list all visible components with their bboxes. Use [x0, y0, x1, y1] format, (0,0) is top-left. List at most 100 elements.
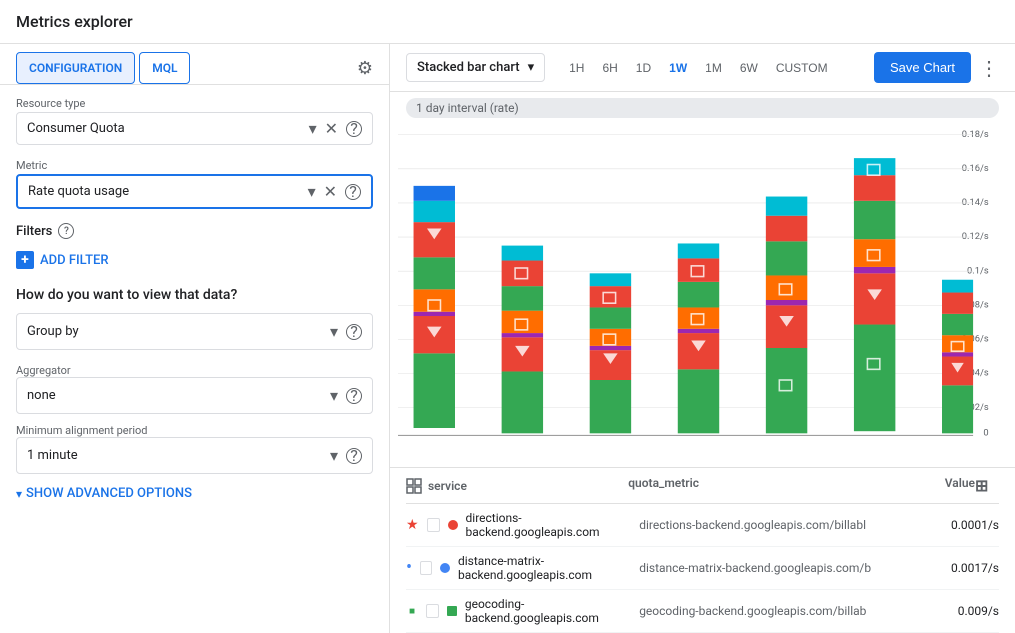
view-section: How do you want to view that data? Group…: [16, 287, 373, 474]
resource-type-clear-icon[interactable]: ✕: [325, 119, 338, 138]
chevron-down-icon: ▾: [16, 487, 22, 501]
filters-help-icon[interactable]: ?: [58, 223, 74, 239]
tab-configuration[interactable]: CONFIGURATION: [16, 52, 135, 84]
time-btn-1d[interactable]: 1D: [628, 55, 659, 81]
left-panel: CONFIGURATION MQL ⚙ Resource type Consum…: [0, 44, 390, 633]
chart-toolbar: Stacked bar chart ▾ 1H 6H 1D 1W 1M 6W CU…: [390, 44, 1015, 92]
row3-dot: [447, 606, 457, 616]
time-btn-1m[interactable]: 1M: [697, 55, 730, 81]
group-by-dropdown-icon[interactable]: ▾: [330, 322, 338, 341]
svg-text:0.16/s: 0.16/s: [962, 163, 989, 174]
interval-badge: 1 day interval (rate): [406, 98, 999, 118]
svg-text:Dec 30: Dec 30: [421, 443, 450, 444]
settings-icon[interactable]: ⚙: [357, 58, 373, 79]
chart-area: 0.18/s 0.16/s 0.14/s 0.12/s 0.1/s 0.08/s…: [390, 124, 1015, 467]
filters-label: Filters: [16, 224, 52, 239]
resource-type-group: Resource type Consumer Quota ▾ ✕ ?: [16, 97, 373, 145]
show-advanced-label: SHOW ADVANCED OPTIONS: [26, 486, 192, 501]
svg-text:Dec 31: Dec 31: [507, 443, 536, 444]
resource-type-value: Consumer Quota: [27, 121, 309, 136]
time-btn-6w[interactable]: 6W: [732, 55, 766, 81]
row2-quota: distance-matrix-backend.googleapis.com/b: [639, 561, 919, 575]
time-btn-6h[interactable]: 6H: [594, 55, 625, 81]
row1-dot: [448, 520, 458, 530]
time-buttons: 1H 6H 1D 1W 1M 6W CUSTOM: [561, 55, 835, 81]
row2-value: 0.0017/s: [919, 561, 999, 575]
row3-value: 0.009/s: [919, 604, 999, 618]
resource-type-field[interactable]: Consumer Quota ▾ ✕ ?: [16, 112, 373, 145]
row3-checkbox[interactable]: [426, 604, 439, 618]
min-align-value: 1 minute: [27, 448, 330, 463]
legend-row: ★ directions-backend.googleapis.com dire…: [406, 504, 999, 547]
save-chart-button[interactable]: Save Chart: [874, 52, 971, 83]
app-header: Metrics explorer: [0, 0, 1015, 44]
app-title: Metrics explorer: [16, 12, 133, 31]
tabs-row: CONFIGURATION MQL ⚙: [0, 44, 389, 85]
min-align-help-icon[interactable]: ?: [346, 448, 362, 464]
group-by-field[interactable]: Group by ▾ ?: [16, 313, 373, 350]
aggregator-group: Aggregator none ▾ ?: [16, 364, 373, 414]
more-options-icon[interactable]: ⋮: [979, 56, 999, 80]
group-by-help-icon[interactable]: ?: [346, 324, 362, 340]
stacked-bar-chart: 0.18/s 0.16/s 0.14/s 0.12/s 0.1/s 0.08/s…: [398, 124, 999, 444]
svg-text:Jan 5: Jan 5: [940, 443, 963, 444]
svg-text:0.12/s: 0.12/s: [962, 231, 989, 242]
row3-quota: geocoding-backend.googleapis.com/billab: [639, 604, 919, 618]
time-btn-custom[interactable]: CUSTOM: [768, 55, 836, 81]
row3-dot-icon: ■: [406, 606, 418, 617]
row1-quota: directions-backend.googleapis.com/billab…: [639, 518, 919, 532]
metric-value: Rate quota usage: [28, 184, 308, 199]
filters-section: Filters ? + ADD FILTER: [16, 223, 373, 273]
aggregator-label: Aggregator: [16, 364, 373, 377]
legend-table: service quota_metric Value ⊞ ★ direction…: [390, 467, 1015, 633]
add-filter-label: ADD FILTER: [40, 253, 109, 268]
time-btn-1h[interactable]: 1H: [561, 55, 592, 81]
metric-dropdown-icon[interactable]: ▾: [308, 182, 316, 201]
metric-field[interactable]: Rate quota usage ▾ ✕ ?: [16, 174, 373, 209]
service-grid-icon[interactable]: [406, 478, 422, 494]
row1-service: directions-backend.googleapis.com: [466, 511, 640, 539]
row2-dot: [440, 563, 450, 573]
min-align-dropdown-icon[interactable]: ▾: [330, 446, 338, 465]
metric-help-icon[interactable]: ?: [345, 184, 361, 200]
plus-icon: +: [16, 251, 34, 269]
aggregator-help-icon[interactable]: ?: [346, 388, 362, 404]
row1-checkbox[interactable]: [427, 518, 440, 532]
right-panel: Stacked bar chart ▾ 1H 6H 1D 1W 1M 6W CU…: [390, 44, 1015, 633]
resource-type-dropdown-icon[interactable]: ▾: [309, 119, 317, 138]
svg-text:0: 0: [983, 427, 988, 438]
legend-header: service quota_metric Value ⊞: [406, 468, 999, 504]
row2-checkbox[interactable]: [420, 561, 432, 575]
aggregator-field[interactable]: none ▾ ?: [16, 377, 373, 414]
tab-mql[interactable]: MQL: [139, 52, 190, 84]
time-btn-1w[interactable]: 1W: [661, 55, 695, 81]
chart-type-chevron: ▾: [528, 60, 535, 75]
svg-text:Jan 3: Jan 3: [763, 443, 786, 444]
group-by-group: Group by ▾ ?: [16, 313, 373, 350]
min-align-field[interactable]: 1 minute ▾ ?: [16, 437, 373, 474]
legend-row: ■ geocoding-backend.googleapis.com geoco…: [406, 590, 999, 633]
view-section-title: How do you want to view that data?: [16, 287, 373, 303]
col-service-label: service: [428, 479, 467, 493]
legend-col-value: Value: [895, 476, 975, 495]
legend-grid-icon[interactable]: ⊞: [975, 476, 988, 495]
svg-text:0.1/s: 0.1/s: [967, 265, 989, 276]
svg-text:2022: 2022: [590, 443, 611, 444]
row2-dot-icon: •: [406, 559, 412, 577]
svg-text:0.18/s: 0.18/s: [962, 129, 989, 140]
resource-type-help-icon[interactable]: ?: [346, 121, 362, 137]
row1-value: 0.0001/s: [919, 518, 999, 532]
resource-type-label: Resource type: [16, 97, 373, 110]
svg-text:0.14/s: 0.14/s: [962, 197, 989, 208]
metric-clear-icon[interactable]: ✕: [324, 182, 337, 201]
metric-label: Metric: [16, 159, 373, 172]
show-advanced-button[interactable]: ▾ SHOW ADVANCED OPTIONS: [16, 486, 373, 501]
add-filter-button[interactable]: + ADD FILTER: [16, 247, 373, 273]
chart-container: 0.18/s 0.16/s 0.14/s 0.12/s 0.1/s 0.08/s…: [398, 124, 999, 444]
aggregator-dropdown-icon[interactable]: ▾: [330, 386, 338, 405]
chart-type-selector[interactable]: Stacked bar chart ▾: [406, 53, 545, 82]
svg-text:Jan 2: Jan 2: [676, 443, 699, 444]
group-by-value: Group by: [27, 324, 330, 339]
legend-col-quota: quota_metric: [628, 476, 895, 495]
row1-star-icon: ★: [406, 517, 419, 533]
